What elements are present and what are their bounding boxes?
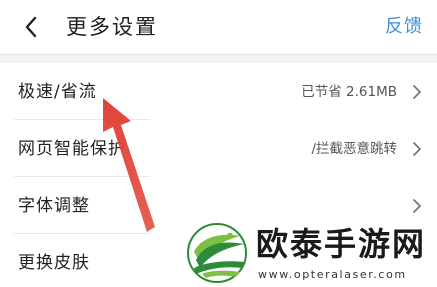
feedback-link[interactable]: 反馈: [385, 13, 423, 41]
row-value: /拦截恶意跳转: [311, 141, 397, 157]
settings-row-speed-saver[interactable]: 极速/省流 已节省 2.61MB: [0, 63, 437, 120]
watermark-logo-icon: [187, 223, 247, 283]
row-value: 已节省 2.61MB: [301, 84, 397, 100]
chevron-right-icon: [413, 85, 421, 99]
watermark-brand: 欧泰手游网: [256, 225, 427, 263]
row-label: 更换皮肤: [18, 253, 90, 273]
back-arrow-icon: [25, 16, 37, 38]
chevron-right-icon: [413, 142, 421, 156]
row-label: 字体调整: [18, 196, 90, 216]
top-bar: 更多设置 反馈: [0, 0, 437, 56]
row-label: 网页智能保护: [18, 139, 126, 159]
settings-row-web-protection[interactable]: 网页智能保护 /拦截恶意跳转: [0, 120, 437, 177]
back-button[interactable]: [14, 10, 48, 44]
header-divider: [0, 54, 437, 63]
watermark-url: www.opteralaser.com: [258, 268, 407, 281]
row-label: 极速/省流: [18, 82, 97, 102]
watermark: 欧泰手游网 www.opteralaser.com: [186, 222, 437, 287]
settings-screen: 更多设置 反馈 极速/省流 已节省 2.61MB 网页智能保护 /拦截恶意跳转 …: [0, 0, 437, 287]
chevron-right-icon: [413, 199, 421, 213]
page-title: 更多设置: [66, 15, 158, 39]
